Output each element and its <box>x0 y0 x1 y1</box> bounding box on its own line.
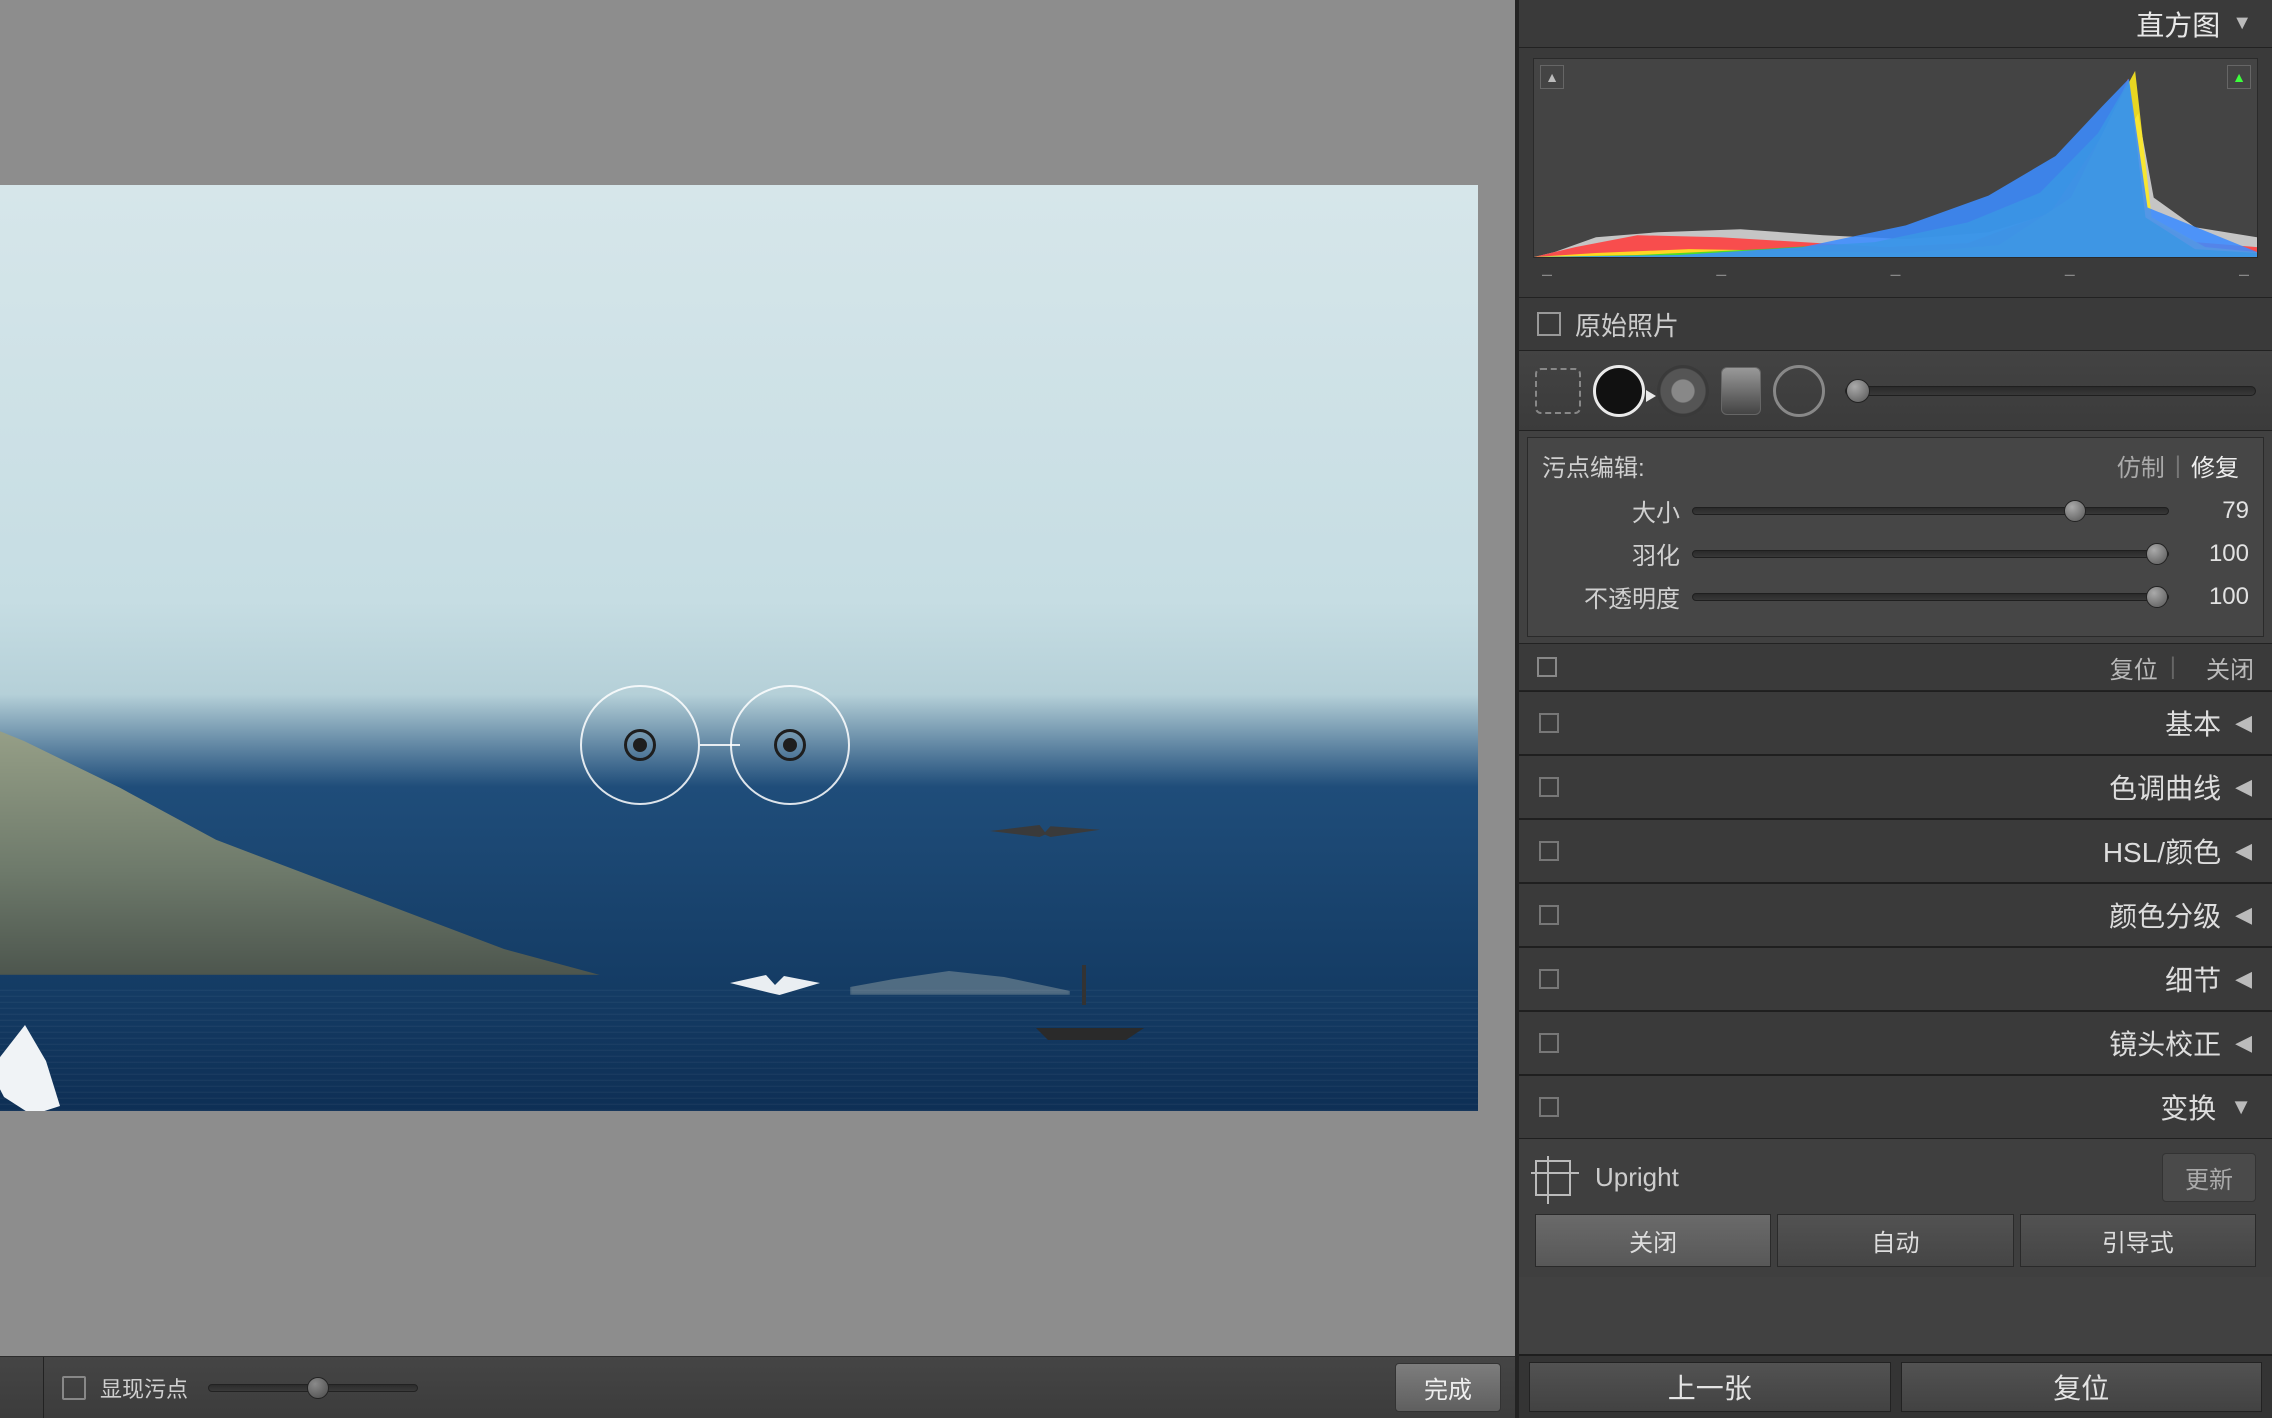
section-lens-corrections[interactable]: 镜头校正 ◀ <box>1519 1011 2272 1075</box>
original-photo-row[interactable]: 原始照片 <box>1519 297 2272 351</box>
collapse-left-icon: ◀ <box>2235 966 2252 992</box>
spot-reset-link[interactable]: 复位 <box>2110 650 2158 685</box>
section-tone-curve[interactable]: 色调曲线 ◀ <box>1519 755 2272 819</box>
upright-off-button[interactable]: 关闭 <box>1535 1214 1771 1267</box>
section-label: 颜色分级 <box>2109 895 2221 935</box>
spot-panel-footer: 复位 | 关闭 <box>1519 643 2272 691</box>
section-toggle[interactable] <box>1539 777 1559 797</box>
upright-auto-button[interactable]: 自动 <box>1777 1214 2013 1267</box>
feather-label: 羽化 <box>1542 536 1692 571</box>
section-toggle[interactable] <box>1539 1097 1559 1117</box>
histogram-ticks: ––––– <box>1533 258 2258 291</box>
histogram-svg <box>1534 59 2257 257</box>
section-toggle[interactable] <box>1539 713 1559 733</box>
radial-tool-icon[interactable] <box>1773 365 1825 417</box>
spot-edit-label: 污点编辑: <box>1542 448 1645 483</box>
shadow-clip-indicator[interactable]: ▲ <box>1540 65 1564 89</box>
size-slider[interactable] <box>1692 507 2169 515</box>
reset-button[interactable]: 复位 <box>1901 1362 2263 1412</box>
canvas-area: 显现污点 完成 <box>0 0 1515 1418</box>
spots-threshold-slider[interactable] <box>208 1384 418 1392</box>
feather-value[interactable]: 100 <box>2169 540 2249 568</box>
show-spots-label: 显现污点 <box>100 1372 188 1404</box>
upright-crop-icon[interactable] <box>1535 1160 1571 1196</box>
section-toggle[interactable] <box>1539 969 1559 989</box>
spot-tool-icon[interactable] <box>1593 365 1645 417</box>
landscape-hill <box>0 715 600 975</box>
section-detail[interactable]: 细节 ◀ <box>1519 947 2272 1011</box>
bottom-actions: 上一张 复位 <box>1519 1354 2272 1418</box>
section-label: 细节 <box>2165 959 2221 999</box>
highlight-clip-indicator[interactable]: ▲ <box>2227 65 2251 89</box>
done-button[interactable]: 完成 <box>1395 1363 1501 1412</box>
spot-source-marker[interactable] <box>580 685 700 805</box>
original-photo-checkbox[interactable] <box>1537 312 1561 336</box>
section-label: 镜头校正 <box>2109 1023 2221 1063</box>
landscape-island <box>850 955 1070 995</box>
upright-guided-button[interactable]: 引导式 <box>2020 1214 2256 1267</box>
bird-shape <box>730 975 820 995</box>
prev-photo-button[interactable]: 上一张 <box>1529 1362 1891 1412</box>
redeye-tool-icon[interactable] <box>1657 365 1709 417</box>
collapse-left-icon: ◀ <box>2235 1030 2252 1056</box>
section-basic[interactable]: 基本 ◀ <box>1519 691 2272 755</box>
section-label: 色调曲线 <box>2109 767 2221 807</box>
bird-shape <box>990 825 1100 837</box>
section-transform[interactable]: 变换 ▼ <box>1519 1075 2272 1139</box>
histogram-title: 直方图 <box>2136 4 2220 44</box>
section-label: HSL/颜色 <box>2103 831 2221 871</box>
collapse-left-icon: ◀ <box>2235 838 2252 864</box>
collapse-left-icon: ◀ <box>2235 902 2252 928</box>
original-photo-label: 原始照片 <box>1575 306 1679 343</box>
brush-size-slider[interactable] <box>1845 386 2256 396</box>
spot-close-link[interactable]: 关闭 <box>2206 650 2254 685</box>
section-toggle[interactable] <box>1539 841 1559 861</box>
spot-mode-clone[interactable]: 仿制 <box>2107 448 2175 483</box>
boat-shape <box>1030 1000 1150 1040</box>
opacity-label: 不透明度 <box>1542 579 1692 614</box>
photo-preview[interactable] <box>0 185 1478 1111</box>
histogram-wrap: ▲ ▲ ––––– <box>1519 48 2272 297</box>
section-label: 变换 <box>2160 1087 2216 1127</box>
transform-body: Upright 更新 关闭 自动 引导式 <box>1519 1139 2272 1277</box>
section-color-grading[interactable]: 颜色分级 ◀ <box>1519 883 2272 947</box>
feather-slider[interactable] <box>1692 550 2169 558</box>
histogram-panel-header[interactable]: 直方图 ▼ <box>1519 0 2272 48</box>
right-panel: 直方图 ▼ ▲ ▲ ––––– 原始照片 <box>1515 0 2272 1418</box>
bottom-toolbar: 显现污点 完成 <box>0 1356 1515 1418</box>
canvas-viewport[interactable] <box>0 0 1515 1356</box>
collapse-left-icon: ◀ <box>2235 710 2252 736</box>
section-toggle[interactable] <box>1539 905 1559 925</box>
collapse-left-icon: ◀ <box>2235 774 2252 800</box>
size-value[interactable]: 79 <box>2169 497 2249 525</box>
spot-dest-marker[interactable] <box>730 685 850 805</box>
toolstrip <box>1519 351 2272 431</box>
section-hsl-color[interactable]: HSL/颜色 ◀ <box>1519 819 2272 883</box>
spot-panel-toggle[interactable] <box>1537 657 1557 677</box>
expand-down-icon: ▼ <box>2230 1094 2252 1120</box>
spot-mode-heal[interactable]: 修复 <box>2181 448 2249 483</box>
bird-shape <box>0 1025 60 1111</box>
crop-tool-icon[interactable] <box>1535 368 1581 414</box>
upright-label: Upright <box>1595 1162 1679 1193</box>
section-toggle[interactable] <box>1539 1033 1559 1053</box>
opacity-value[interactable]: 100 <box>2169 583 2249 611</box>
expand-down-icon: ▼ <box>2232 12 2252 35</box>
section-label: 基本 <box>2165 703 2221 743</box>
spot-edit-panel: 污点编辑: 仿制 | 修复 大小 79 羽化 100 不透明度 100 <box>1527 437 2264 637</box>
upright-update-button[interactable]: 更新 <box>2162 1153 2256 1202</box>
opacity-slider[interactable] <box>1692 593 2169 601</box>
show-spots-checkbox[interactable] <box>62 1376 86 1400</box>
histogram[interactable]: ▲ ▲ <box>1533 58 2258 258</box>
size-label: 大小 <box>1542 493 1692 528</box>
gradient-tool-icon[interactable] <box>1721 367 1761 415</box>
sections-scroll[interactable]: 基本 ◀ 色调曲线 ◀ HSL/颜色 ◀ 颜色分级 ◀ 细节 ◀ <box>1519 691 2272 1354</box>
